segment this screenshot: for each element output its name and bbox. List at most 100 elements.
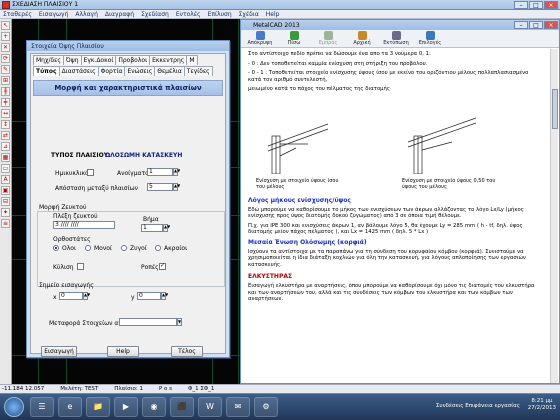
tab-type[interactable]: Τύπος xyxy=(33,66,60,76)
help-maximize-button[interactable]: □ xyxy=(529,21,543,29)
layers-tool-icon[interactable]: ≡ xyxy=(1,219,10,228)
rectangle-tool-icon[interactable]: ▭ xyxy=(1,164,10,173)
frame-properties-dialog: Στοιχεία Όψης Πλαισίου Μηχ/δες Όψη Εγκ.Δ… xyxy=(26,40,230,358)
yoke-plate-select[interactable]: 3 //// //// xyxy=(53,221,115,229)
insert-button[interactable]: Εισαγωγή xyxy=(41,346,77,357)
home-button[interactable]: Αρχική xyxy=(347,30,377,47)
add-tool-icon[interactable]: + xyxy=(1,32,10,41)
yoke-plate-label: Πλέξη ζευκτού xyxy=(53,213,98,220)
status-frame: Πλαίσιο: 1 xyxy=(114,386,143,392)
tab-cross-beams[interactable]: Εγκ.Δοκοί xyxy=(80,55,117,65)
taskbar-word-icon[interactable]: W xyxy=(198,397,222,417)
connection-diagram xyxy=(267,117,477,174)
tab-cantilevers[interactable]: Προβολοι xyxy=(115,55,151,65)
grid-tool-icon[interactable]: ⊞ xyxy=(1,76,10,85)
table-tool-icon[interactable]: ⊟ xyxy=(1,197,10,206)
menu-item-change[interactable]: Αλλαγή xyxy=(75,11,98,18)
window-controls: – □ × xyxy=(514,1,558,9)
menu-item-help[interactable]: Help xyxy=(266,11,280,18)
column-tool-icon[interactable]: ╫ xyxy=(1,87,10,96)
star-tool-icon[interactable]: ✦ xyxy=(1,208,10,217)
select-tool-icon[interactable]: ↖ xyxy=(1,21,10,30)
menu-item-constants[interactable]: Σταθερές xyxy=(3,11,32,18)
bend-checkbox[interactable] xyxy=(77,263,84,270)
delete-tool-icon[interactable]: ✕ xyxy=(1,43,10,52)
taskbar-ie-icon[interactable]: e xyxy=(58,397,82,417)
beam-tool-icon[interactable]: ╪ xyxy=(1,98,10,107)
vertical-dim-icon[interactable]: ↕ xyxy=(1,120,10,129)
openings-input[interactable]: 1 xyxy=(147,168,173,176)
help-para-1d: μειωμένο κατά το πάχος του πέλματος της … xyxy=(248,86,391,93)
help-close-button[interactable]: × xyxy=(544,21,558,29)
dialog-title: Στοιχεία Όψης Πλαισίου xyxy=(27,41,229,51)
app-title: ΣΧΕΔΙΑΣΗ ΠΛΑΙΣΙΟΥ 1 xyxy=(12,1,79,8)
start-button[interactable] xyxy=(4,397,24,417)
step-input[interactable]: 1 xyxy=(141,224,163,232)
y-input[interactable]: 0 xyxy=(137,292,161,300)
spacing-spinner[interactable]: ▲▼ xyxy=(173,183,180,191)
tab-sizes[interactable]: Διαστάσεις xyxy=(58,66,99,76)
back-button[interactable]: Πίσω xyxy=(279,30,309,47)
radio-all[interactable] xyxy=(53,245,59,251)
spacing-input[interactable]: 5 xyxy=(147,183,173,191)
tab-eccentric[interactable]: Εκκεντρης xyxy=(149,55,188,65)
y-spinner[interactable]: ▲▼ xyxy=(161,292,168,300)
taskbar-app-1[interactable]: ☰ xyxy=(30,397,54,417)
text-tool-icon[interactable]: A xyxy=(1,175,10,184)
close-button[interactable]: × xyxy=(544,1,558,9)
menu-item-commands[interactable]: Εντολές xyxy=(176,11,201,18)
taskbar-app-6[interactable]: ⬛ xyxy=(170,397,194,417)
tab-dimensions[interactable]: Μηχ/δες xyxy=(33,55,64,65)
menu-item-drawing[interactable]: Σχεδίαση xyxy=(141,11,169,18)
section-heading-ratio: Λόγος μήκους ενίσχυσης/ύψος xyxy=(248,196,351,204)
radio-pairs[interactable] xyxy=(121,245,127,251)
menu-item-drawings[interactable]: Σχέδια xyxy=(239,11,259,18)
help-scroll-thumb[interactable] xyxy=(552,89,558,129)
horizontal-dim-icon[interactable]: ↔ xyxy=(1,109,10,118)
taskbar-metalcad-icon[interactable]: ⚙ xyxy=(254,397,278,417)
transfer-dropdown-icon[interactable]: ▼ xyxy=(177,318,182,326)
x-spinner[interactable]: ▲▼ xyxy=(83,292,90,300)
tab-connections[interactable]: Ενώσεις xyxy=(124,66,156,76)
menu-item-insert[interactable]: Εισαγωγή xyxy=(39,11,69,18)
triangle-tool-icon[interactable]: ⊿ xyxy=(1,142,10,151)
taskbar-media-icon[interactable]: ▶ xyxy=(114,397,138,417)
print-button[interactable]: Εκτύπωση xyxy=(381,30,411,47)
help-button[interactable]: Help xyxy=(107,346,139,357)
x-input[interactable]: 0 xyxy=(59,292,83,300)
openings-spinner[interactable]: ▲▼ xyxy=(173,168,180,176)
step-spinner[interactable]: ▲▼ xyxy=(163,224,170,232)
edit-tool-icon[interactable]: ✎ xyxy=(1,65,10,74)
taskbar-folder-icon[interactable]: 📁 xyxy=(86,397,110,417)
taskbar-mail-icon[interactable]: ✉ xyxy=(226,397,250,417)
block-tool-icon[interactable]: ▣ xyxy=(1,186,10,195)
tab-foundations[interactable]: Θεμέλια xyxy=(154,66,185,76)
radio-edges[interactable] xyxy=(155,245,161,251)
tab-m[interactable]: Μ xyxy=(186,55,198,65)
tab-purlins[interactable]: Τεγίδες xyxy=(183,66,213,76)
menu-item-solve[interactable]: Επίλυση xyxy=(208,11,232,18)
clock-date: 27/2/2013 xyxy=(527,405,556,411)
options-button[interactable]: Επιλογές xyxy=(415,30,445,47)
half-frame-checkbox[interactable] xyxy=(87,169,94,176)
rotate-tool-icon[interactable]: ⟳ xyxy=(1,54,10,63)
minimize-button[interactable]: – xyxy=(514,1,528,9)
hide-button[interactable]: Απόκρυψη xyxy=(245,30,275,47)
forward-button[interactable]: Εμπρός xyxy=(313,30,343,47)
radio-single[interactable] xyxy=(85,245,91,251)
tab-view[interactable]: Όψη xyxy=(62,55,82,65)
hatch-tool-icon[interactable]: ▦ xyxy=(1,153,10,162)
end-button[interactable]: Τέλος xyxy=(171,346,203,357)
tab-loads[interactable]: Φορτία xyxy=(97,66,126,76)
help-minimize-button[interactable]: – xyxy=(514,21,528,29)
menu-item-delete[interactable]: Διαγραφή xyxy=(105,11,134,18)
transfer-select[interactable] xyxy=(119,318,177,326)
section-heading-ridge: Μεσαία Ένωση Ολόσωμης (κορφιά) xyxy=(248,238,367,246)
help-scrollbar[interactable] xyxy=(550,49,558,383)
taskbar-firefox-icon[interactable]: ◉ xyxy=(142,397,166,417)
tray-links[interactable]: Συνδέσεις Επιφάνεια εργασίας xyxy=(436,403,520,409)
maximize-button[interactable]: □ xyxy=(529,1,543,9)
move-tool-icon[interactable]: ⇄ xyxy=(1,131,10,140)
taskbar-clock[interactable]: 8:21 μμ 27/2/2013 xyxy=(528,398,556,412)
rotate-checkbox[interactable] xyxy=(159,262,166,270)
